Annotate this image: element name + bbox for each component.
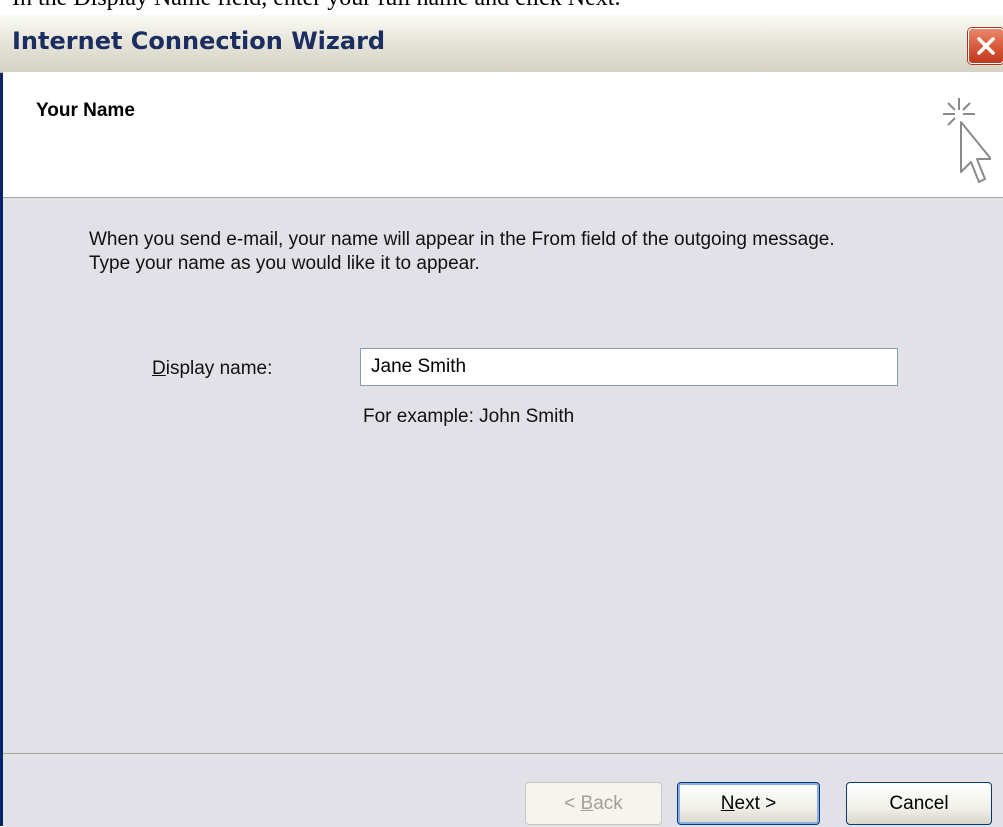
wizard-body: When you send e-mail, your name will app… — [3, 198, 1003, 753]
next-button[interactable]: Next > — [677, 782, 820, 825]
document-instruction-text: In the Display Name field, enter your fu… — [12, 0, 997, 10]
intro-text: When you send e-mail, your name will app… — [89, 228, 969, 276]
next-button-label: ext > — [734, 792, 777, 814]
wizard-footer: < Back Next > Cancel — [3, 753, 1003, 827]
cancel-button-label: Cancel — [889, 792, 949, 814]
display-name-input[interactable] — [360, 348, 898, 386]
back-button[interactable]: < Back — [525, 782, 662, 825]
display-name-label-text: isplay name: — [165, 358, 273, 379]
close-button[interactable] — [968, 28, 1003, 64]
example-hint: For example: John Smith — [363, 406, 575, 427]
cursor-sparkle-icon — [943, 98, 991, 183]
wizard-header: Your Name — [3, 72, 1003, 198]
display-name-label: Display name: — [152, 358, 272, 380]
title-bar[interactable]: Internet Connection Wizard — [0, 14, 1003, 73]
next-button-accelerator: N — [720, 792, 735, 814]
back-button-prefix: < — [564, 792, 581, 814]
wizard-window: Internet Connection Wizard Your Name Whe… — [0, 14, 1003, 827]
intro-line-2: Type your name as you would like it to a… — [89, 253, 480, 274]
close-icon — [977, 37, 995, 55]
cancel-button[interactable]: Cancel — [846, 782, 992, 825]
page-title: Your Name — [36, 100, 135, 121]
back-button-accelerator: B — [580, 792, 594, 814]
display-name-label-accelerator: D — [152, 358, 166, 379]
window-title: Internet Connection Wizard — [12, 27, 386, 55]
back-button-label: ack — [593, 792, 623, 814]
intro-line-1: When you send e-mail, your name will app… — [89, 229, 835, 250]
